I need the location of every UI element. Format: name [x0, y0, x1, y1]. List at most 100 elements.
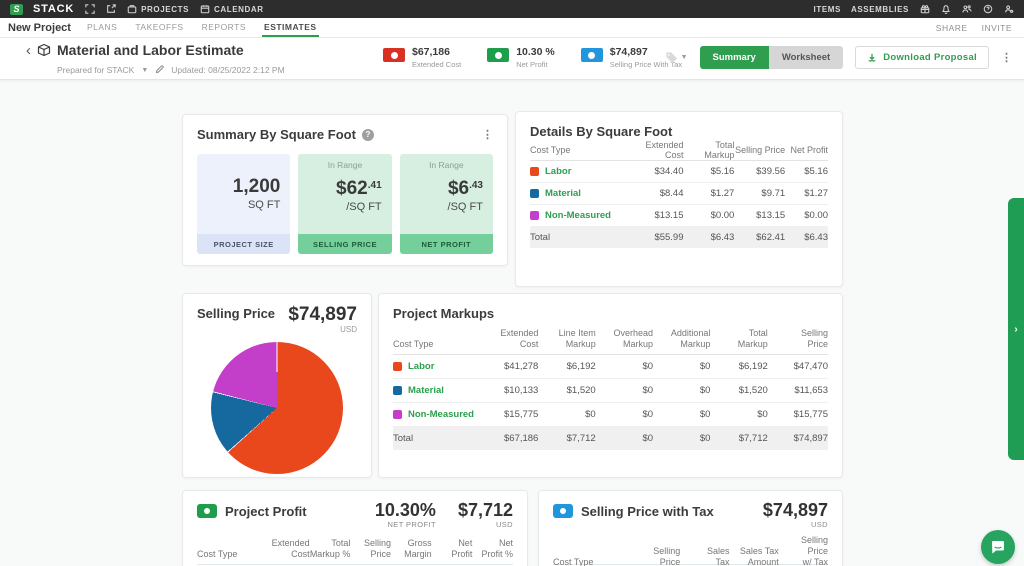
edit-pencil-icon[interactable] [155, 61, 164, 79]
toggle-summary[interactable]: Summary [699, 46, 769, 69]
invite-button[interactable]: INVITE [982, 23, 1012, 33]
nav-projects-label: PROJECTS [141, 4, 189, 14]
badge-value: 10.30 % [516, 46, 555, 58]
cost-type-link[interactable]: Non-Measured [408, 409, 474, 420]
cost-type-link[interactable]: Material [545, 188, 581, 199]
cost-type-link[interactable]: Non-Measured [545, 210, 611, 221]
badge-label: Extended Cost [412, 60, 462, 69]
table-row: Material $10,133 $1,520 $0 $0 $1,520 $11… [393, 379, 828, 403]
share-button[interactable]: SHARE [936, 23, 968, 33]
selling-price-with-tax-card: Selling Price with Tax $74,897 USD Cost … [538, 490, 843, 566]
header-kebab-menu[interactable]: ⋮ [1001, 52, 1012, 63]
account-settings-icon[interactable] [1003, 4, 1014, 15]
tile-unit: SQ FT [247, 199, 281, 211]
chat-launcher-button[interactable] [981, 530, 1015, 564]
money-bill-icon [580, 48, 603, 62]
project-size-tile: 1,200 SQ FT PROJECT SIZE [197, 154, 291, 254]
view-toggle: Summary Worksheet [699, 46, 844, 69]
nav-projects[interactable]: PROJECTS [126, 4, 189, 15]
estimate-header: ‹ Material and Labor Estimate Prepared f… [0, 38, 1024, 80]
nav-calendar[interactable]: CALENDAR [199, 4, 264, 15]
estimate-cube-icon [37, 43, 51, 79]
nav-items[interactable]: ITEMS [814, 5, 841, 14]
cost-type-link[interactable]: Labor [408, 361, 434, 372]
back-button[interactable]: ‹ [26, 43, 31, 79]
table-header-row: Cost Type Selling Price Sales Tax Sales Ta… [553, 535, 828, 566]
users-icon[interactable] [961, 4, 972, 15]
in-range-label: In Range [429, 160, 464, 170]
gift-icon[interactable] [919, 4, 930, 15]
estimate-summary-content: Summary By Square Foot ? ⋮ 1,200 SQ FT P… [0, 80, 1024, 566]
selling-price-tax-amount: $74,897 [762, 500, 828, 520]
project-markups-card: Project Markups Cost Type Extended Cost L… [378, 293, 843, 478]
briefcase-icon [126, 4, 137, 15]
table-header-row: Cost Type Extended Cost Total Markup % Sel… [197, 535, 513, 565]
non-measured-swatch [530, 211, 539, 220]
table-total-row: Total $55.99 $6.43 $62.41 $6.43 [530, 227, 828, 248]
project-name[interactable]: New Project [8, 22, 71, 34]
card-kebab-menu[interactable]: ⋮ [482, 129, 493, 140]
chevron-down-icon: ▼ [680, 54, 688, 61]
download-proposal-button[interactable]: Download Proposal [855, 46, 989, 69]
card-title: Selling Price with Tax [581, 504, 714, 519]
tile-cents: .43 [469, 179, 483, 191]
selling-price-tile: In Range $62.41 /SQ FT SELLING PRICE [298, 154, 392, 254]
badge-value: $67,186 [412, 46, 450, 58]
material-swatch [530, 189, 539, 198]
tag-icon [665, 52, 677, 64]
top-nav: S STACK PROJECTS CALENDAR ITEMS ASSEMBLI… [0, 0, 1024, 18]
edit-window-icon[interactable] [105, 4, 116, 15]
card-title: Selling Price [197, 306, 276, 321]
tab-takeoffs[interactable]: TAKEOFFS [133, 18, 185, 37]
material-swatch [393, 386, 402, 395]
extended-cost-badge: $67,186 Extended Cost [383, 47, 461, 69]
updated-timestamp: Updated: 08/25/2022 2:12 PM [171, 65, 285, 75]
tab-estimates[interactable]: ESTIMATES [262, 18, 319, 37]
card-title: Project Profit [225, 504, 307, 519]
table-row: Non-Measured $15,775 $0 $0 $0 $0 $15,775 [393, 403, 828, 427]
table-header-row: Cost Type Extended Cost Total Markup Sel… [530, 139, 828, 161]
nav-calendar-label: CALENDAR [214, 4, 264, 14]
cost-type-link[interactable]: Labor [545, 166, 571, 177]
money-bill-icon [553, 504, 573, 518]
table-total-row: Total $67,186 $7,712 $0 $0 $7,712 $74,89… [393, 427, 828, 450]
tile-label: SELLING PRICE [298, 234, 392, 254]
chevron-right-icon: › [1014, 323, 1018, 335]
currency-label: USD [340, 325, 357, 334]
tile-label: PROJECT SIZE [197, 234, 291, 254]
chat-bubble-icon [992, 541, 1004, 554]
nav-assemblies[interactable]: ASSEMBLIES [851, 5, 909, 14]
page-title: Material and Labor Estimate [57, 42, 244, 58]
tile-label: NET PROFIT [399, 234, 493, 254]
tile-value: $62 [336, 177, 368, 199]
help-icon[interactable] [982, 4, 993, 15]
selling-price-amount: $74,897 [288, 304, 357, 325]
toggle-worksheet[interactable]: Worksheet [768, 46, 844, 69]
tile-unit: /SQ FT [346, 200, 382, 213]
table-row: Material $8.44 $1.27 $9.71 $1.27 [530, 183, 828, 205]
prepared-for[interactable]: Prepared for STACK [57, 65, 134, 75]
selling-price-card: Selling Price $74,897 USD [182, 293, 372, 478]
stack-logo-icon[interactable]: S [10, 3, 23, 15]
bell-icon[interactable] [940, 4, 951, 15]
details-by-sqft-card: Details By Square Foot Cost Type Extende… [515, 111, 843, 287]
cost-type-link[interactable]: Material [408, 385, 444, 396]
tab-plans[interactable]: PLANS [85, 18, 119, 37]
download-proposal-label: Download Proposal [883, 52, 977, 63]
net-profit-percent: 10.30% [374, 500, 436, 520]
net-profit-badge: 10.30 % Net Profit [487, 47, 555, 69]
tag-dropdown[interactable]: ▼ [665, 51, 688, 64]
table-row: Labor $41,278 $6,192 $0 $0 $6,192 $47,47… [393, 355, 828, 379]
pie-chart[interactable] [211, 342, 343, 474]
chevron-down-icon[interactable]: ▼ [141, 67, 148, 74]
net-profit-amount: $7,712 [457, 500, 513, 520]
tab-reports[interactable]: REPORTS [200, 18, 248, 37]
expand-icon[interactable] [84, 4, 95, 15]
card-title: Summary By Square Foot [197, 127, 356, 142]
brand-name[interactable]: STACK [33, 3, 74, 15]
net-profit-tile: In Range $6.43 /SQ FT NET PROFIT [399, 154, 493, 254]
side-drawer-handle[interactable]: › [1008, 198, 1024, 460]
in-range-label: In Range [327, 160, 363, 170]
help-circle-icon[interactable]: ? [361, 128, 374, 141]
money-bill-icon [197, 504, 217, 518]
